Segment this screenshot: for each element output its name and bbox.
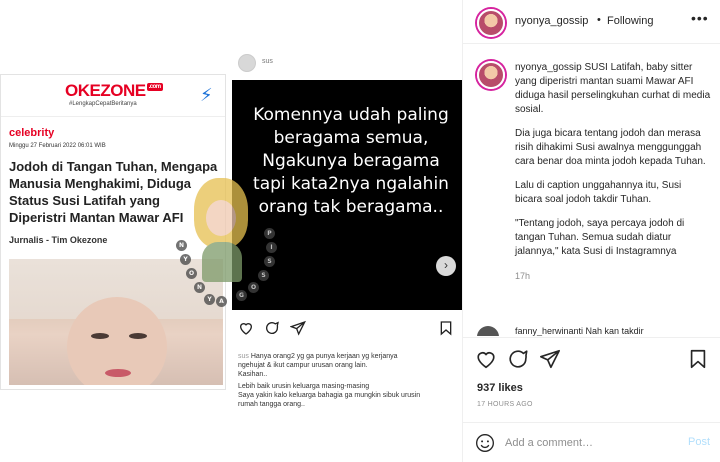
post-age: 17 HOURS AGO [477,401,533,408]
lightning-icon: ⚡ [200,85,213,105]
avatar[interactable] [477,9,505,37]
post-sidebar: nyonya_gossip • Following ••• nyonya_gos… [462,0,720,462]
comment-icon[interactable] [507,348,529,370]
avatar[interactable] [477,61,505,89]
article-date: Minggu 27 Februari 2022 06:01 WIB [9,143,106,149]
caption-area: nyonya_gossip SUSI Latifah, baby sitter … [463,56,720,318]
bookmark-icon [440,321,452,336]
article-category: celebrity [9,127,55,139]
share-icon [290,320,306,336]
avatar[interactable] [477,326,499,336]
okezone-header: OKEZONE .com #LengkapCepatBeritanya ⚡ [1,75,225,117]
caption-paragraph: "Tentang jodoh, saya percaya jodoh di ta… [515,218,685,257]
more-options-icon[interactable]: ••• [691,10,709,26]
comment-input[interactable] [505,435,675,451]
save-bookmark-icon[interactable] [687,348,709,370]
okezone-tagline: #LengkapCepatBeritanya [69,101,137,107]
share-icon[interactable] [539,348,561,370]
separator-dot: • [597,14,601,26]
following-button[interactable]: Following [607,15,653,27]
caption-timestamp: 17h [515,271,531,281]
caption-username[interactable]: nyonya_gossip [515,62,582,73]
okezone-logo: OKEZONE .com [65,81,163,100]
like-count[interactable]: 937 likes [477,382,523,394]
comment-text: fanny_herwinanti Nah kan takdir [515,326,644,336]
heart-icon [239,323,253,335]
comment-icon [266,321,279,334]
like-heart-icon[interactable] [475,348,497,370]
comment-item: fanny_herwinanti Nah kan takdir [477,326,717,336]
carousel-next-icon[interactable]: › [436,256,456,276]
screenshot-caption: sus Hanya orang2 yg ga punya kerjaan yg … [238,353,421,408]
post-caption: nyonya_gossip SUSI Latifah, baby sitter … [515,61,711,283]
nyonya-gossip-watermark: N Y O N Y A G O S S I P [176,170,277,310]
caption-paragraph: Dia juga bicara tentang jodoh dan merasa… [515,128,706,167]
post-media[interactable]: OKEZONE .com #LengkapCepatBeritanya ⚡ cel… [0,0,462,462]
caption-paragraph: Lalu di caption unggahannya itu, Susi bi… [515,180,682,205]
quote-text: Komennya udah paling beragama semua, Nga… [253,105,449,217]
post-comment-button[interactable]: Post [688,436,710,448]
avatar [238,54,256,72]
screenshot-username: sus [262,58,273,65]
author-username[interactable]: nyonya_gossip [515,15,588,27]
emoji-icon[interactable] [475,433,495,453]
post-header: nyonya_gossip • Following ••• [463,0,720,44]
add-comment-bar: Post [463,422,720,462]
screenshot-actions [238,320,456,338]
post-actions: 937 likes 17 HOURS AGO Post [463,337,720,462]
